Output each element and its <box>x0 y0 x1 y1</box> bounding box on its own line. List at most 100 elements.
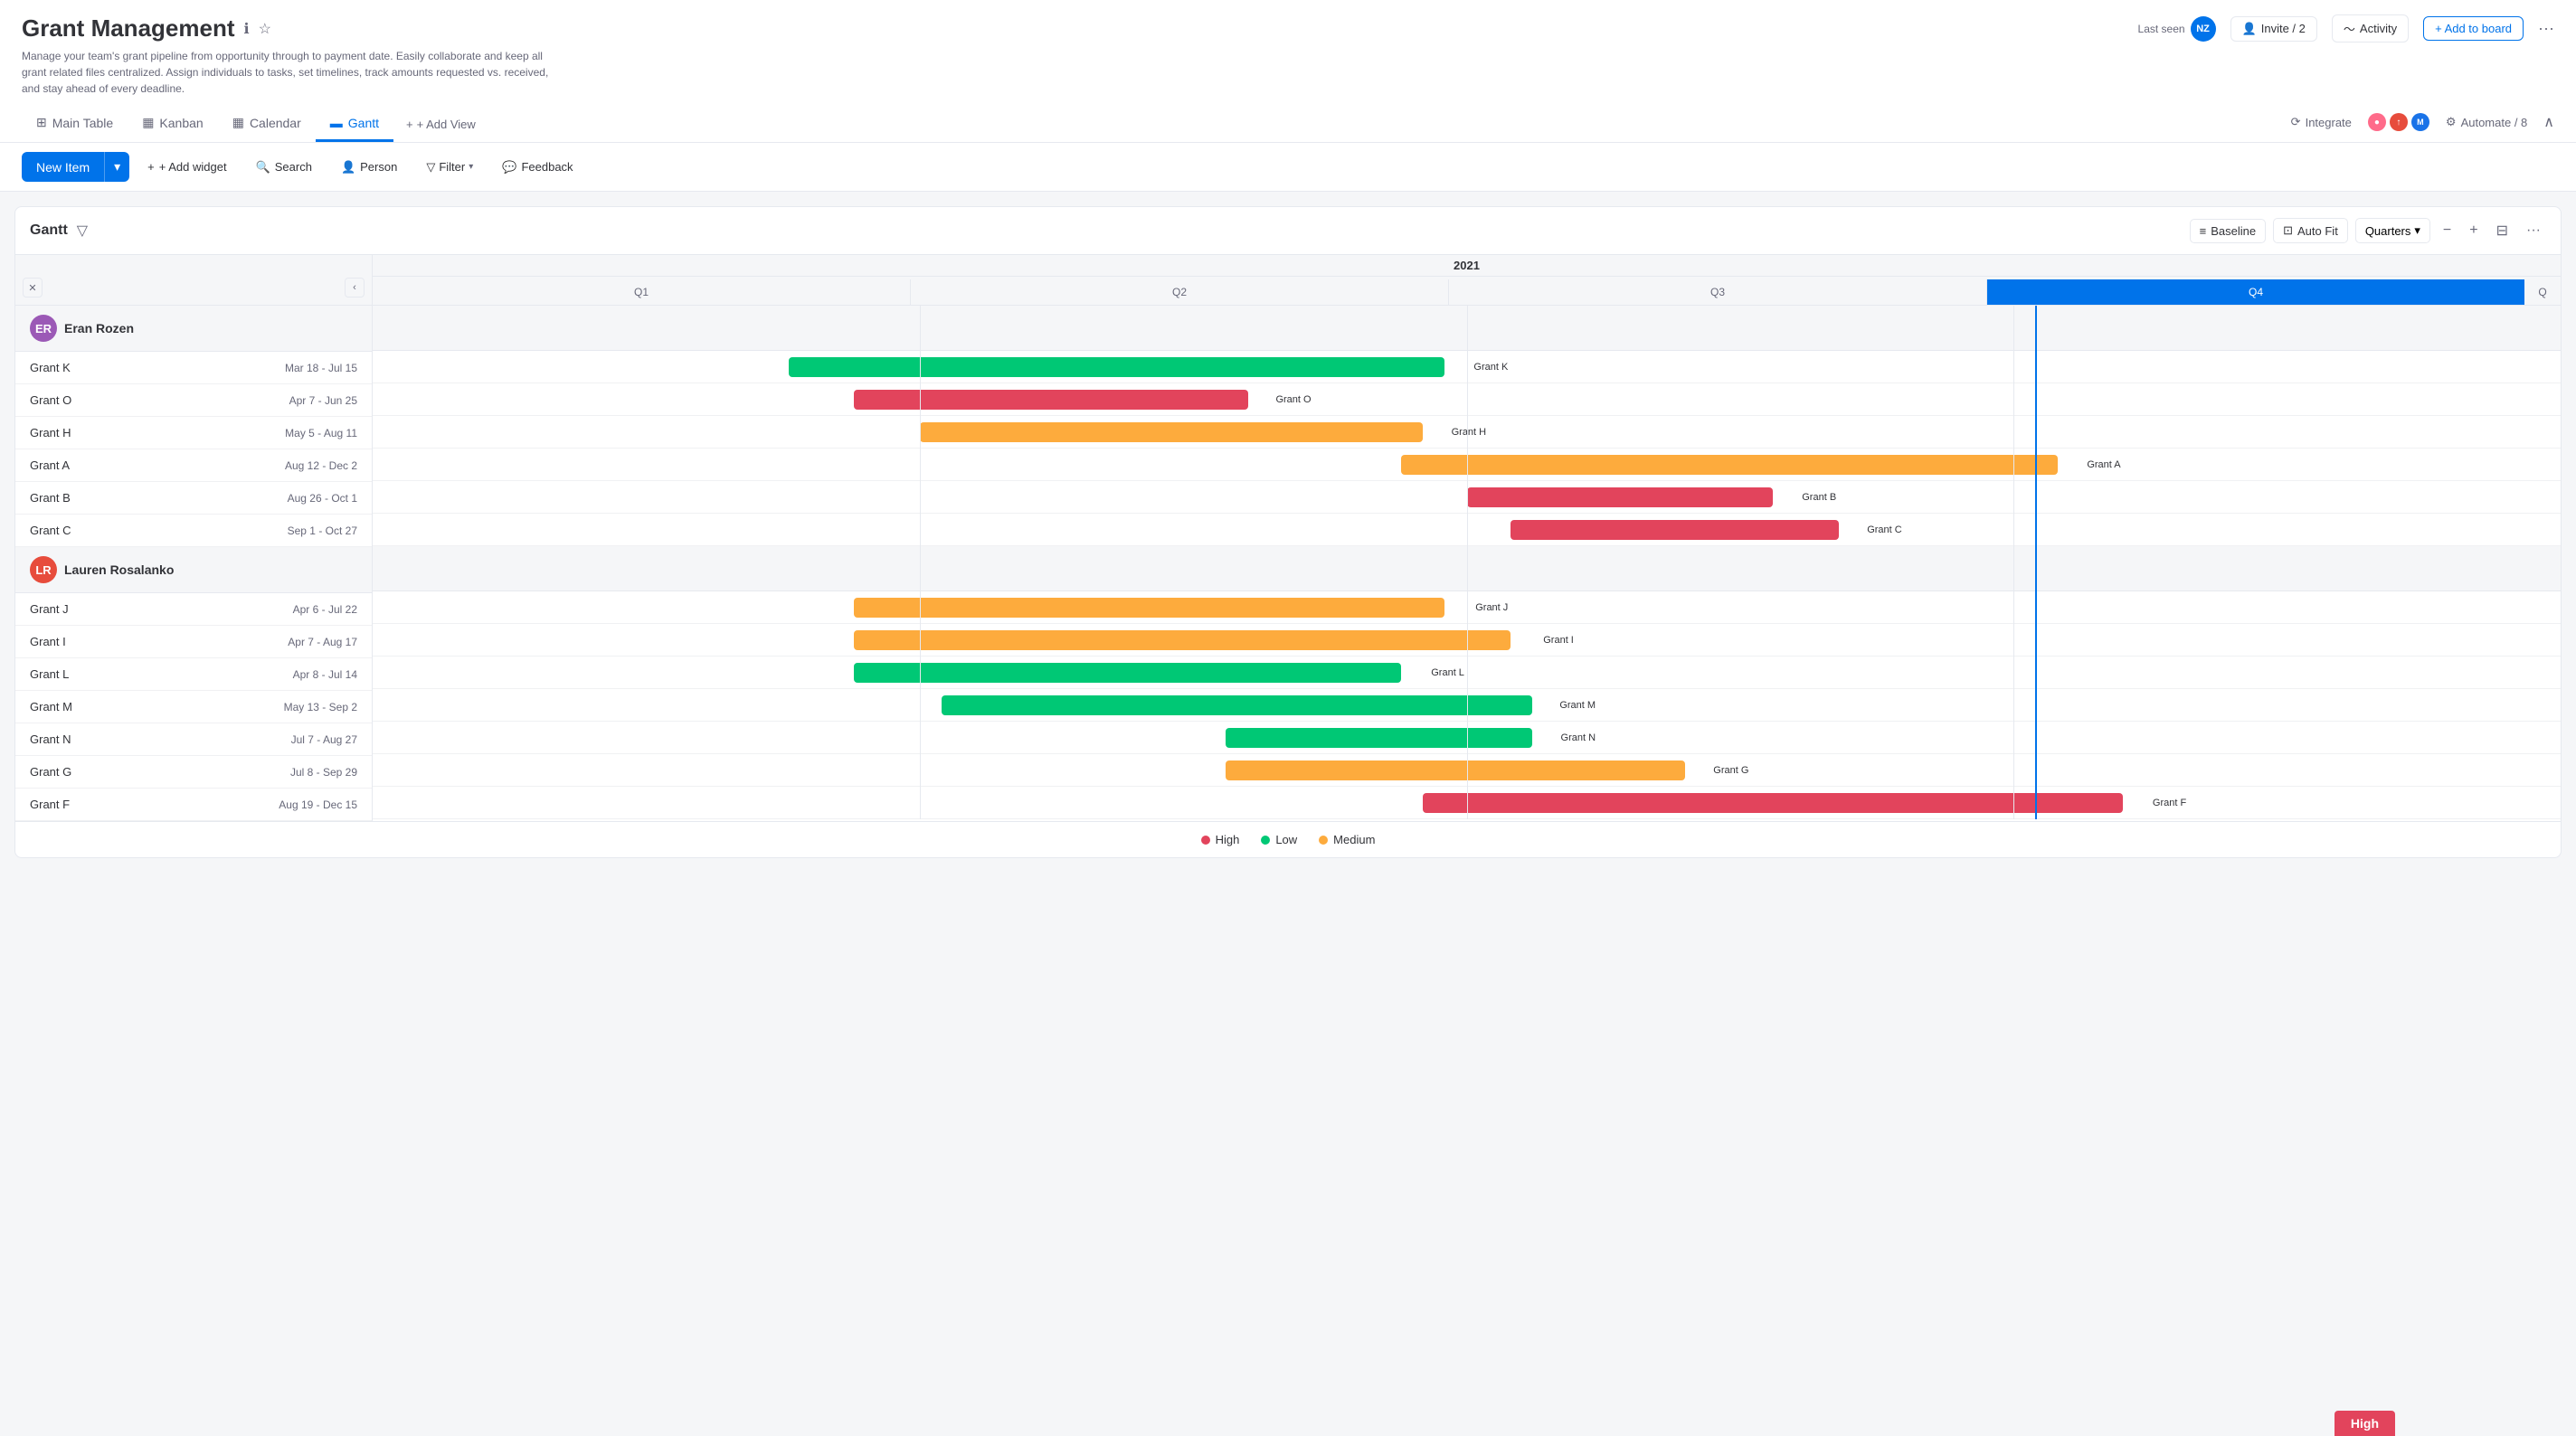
tab-main-table[interactable]: ⊞ Main Table <box>22 106 128 142</box>
kanban-icon: ▦ <box>142 115 154 130</box>
feedback-icon: 💬 <box>502 160 516 175</box>
grant-name: Grant O <box>30 393 111 407</box>
legend-label-low: Low <box>1275 833 1297 846</box>
filter-icon: ▽ <box>426 160 435 175</box>
invite-button[interactable]: 👤 Invite / 2 <box>2230 16 2317 42</box>
grant-dates: Apr 8 - Jul 14 <box>293 668 357 681</box>
zoom-out-button[interactable]: − <box>2438 219 2457 242</box>
activity-button[interactable]: 〜 Activity <box>2332 14 2409 43</box>
gantt-more-button[interactable]: ··· <box>2521 219 2546 242</box>
feedback-button[interactable]: 💬 Feedback <box>491 154 583 181</box>
legend-medium: Medium <box>1319 833 1375 846</box>
collapse-button[interactable]: ∧ <box>2543 113 2554 131</box>
bar-grant-k[interactable]: Grant K <box>789 357 1445 377</box>
app-description: Manage your team's grant pipeline from o… <box>22 48 564 97</box>
tab-main-table-label: Main Table <box>52 116 113 130</box>
gantt-timeline: 2021 Q1 Q2 Q3 Q4 Q <box>373 255 2561 821</box>
filter-button[interactable]: ▽ Filter ▾ <box>415 154 484 181</box>
bar-grant-h[interactable]: Grant H <box>920 422 1423 442</box>
add-widget-button[interactable]: + + Add widget <box>137 154 237 180</box>
bar-grant-l[interactable]: Grant L <box>854 663 1401 683</box>
auto-fit-button[interactable]: ⊡ Auto Fit <box>2273 218 2348 243</box>
gantt-left-header: ✕ ‹ <box>15 255 372 306</box>
gantt-filter-icon[interactable]: ▽ <box>75 220 90 241</box>
grant-row-o: Grant O Apr 7 - Jun 25 <box>15 384 372 417</box>
bar-label-k: Grant K <box>1473 362 1508 373</box>
q1-divider <box>920 306 921 819</box>
zoom-in-button[interactable]: + <box>2464 219 2483 242</box>
new-item-dropdown-icon[interactable]: ▾ <box>104 152 129 182</box>
bar-grant-n[interactable]: Grant N <box>1226 728 1532 748</box>
grant-name: Grant I <box>30 635 111 648</box>
new-item-button[interactable]: New Item ▾ <box>22 152 129 182</box>
integrate-button[interactable]: ⟳ Integrate <box>2284 111 2359 133</box>
tab-kanban[interactable]: ▦ Kanban <box>128 106 218 142</box>
search-button[interactable]: 🔍 Search <box>245 154 323 181</box>
grant-name: Grant H <box>30 426 111 439</box>
bar-grant-a[interactable]: Grant A <box>1401 455 2058 475</box>
grant-dates: Apr 6 - Jul 22 <box>293 603 357 616</box>
integration-icons: ● ↑ M <box>2368 113 2429 131</box>
baseline-button[interactable]: ≡ Baseline <box>2190 219 2266 243</box>
grant-dates: May 13 - Sep 2 <box>284 701 357 713</box>
person-filter-icon: 👤 <box>341 160 355 175</box>
calendar-icon: ▦ <box>232 115 244 130</box>
bar-grant-m[interactable]: Grant M <box>942 695 1532 715</box>
bar-grant-j[interactable]: Grant J <box>854 598 1444 618</box>
bar-label-l: Grant L <box>1431 667 1464 678</box>
group-name-eran: Eran Rozen <box>64 321 134 335</box>
grant-row-j: Grant J Apr 6 - Jul 22 <box>15 593 372 626</box>
legend-low: Low <box>1261 833 1297 846</box>
grant-row-l: Grant L Apr 8 - Jul 14 <box>15 658 372 691</box>
bar-grant-c[interactable]: Grant C <box>1511 520 1839 540</box>
bar-grant-g[interactable]: Grant G <box>1226 761 1685 780</box>
info-icon[interactable]: ℹ <box>242 18 251 40</box>
quarter-q2: Q2 <box>911 279 1449 305</box>
q2-divider <box>1467 306 1468 819</box>
new-item-label[interactable]: New Item <box>22 153 104 182</box>
bar-grant-b[interactable]: Grant B <box>1467 487 1774 507</box>
grant-row-m: Grant M May 13 - Sep 2 <box>15 691 372 723</box>
gantt-title: Gantt <box>30 222 68 239</box>
gantt-controls: ≡ Baseline ⊡ Auto Fit Quarters ▾ − + ⊟ ·… <box>2190 218 2546 243</box>
bar-label-f: Grant F <box>2153 798 2186 808</box>
bar-grant-i[interactable]: Grant I <box>854 630 1511 650</box>
bar-grant-o[interactable]: Grant O <box>854 390 1247 410</box>
star-icon[interactable]: ☆ <box>257 18 273 40</box>
grant-name: Grant J <box>30 602 111 616</box>
today-line <box>2035 306 2037 819</box>
add-to-board-button[interactable]: + Add to board <box>2423 16 2524 41</box>
add-view-tab[interactable]: + + Add View <box>393 109 488 140</box>
toolbar: New Item ▾ + + Add widget 🔍 Search 👤 Per… <box>0 143 2576 192</box>
export-button[interactable]: ⊟ <box>2491 218 2514 243</box>
grant-dates: Aug 19 - Dec 15 <box>279 798 357 811</box>
gantt-body: ✕ ‹ ER Eran Rozen Grant K Mar 18 - Jul 1… <box>15 255 2561 821</box>
gantt-rows-container: Grant K Grant O Grant H <box>373 306 2561 819</box>
bar-label-c: Grant C <box>1867 524 1902 535</box>
avatar-lauren: LR <box>30 556 57 583</box>
tab-calendar[interactable]: ▦ Calendar <box>218 106 316 142</box>
bar-label-m: Grant M <box>1559 700 1596 711</box>
person-button[interactable]: 👤 Person <box>330 154 408 181</box>
gantt-header: Gantt ▽ ≡ Baseline ⊡ Auto Fit Quarters ▾… <box>15 207 2561 255</box>
collapse-columns-button[interactable]: ✕ <box>23 278 43 298</box>
quarters-button[interactable]: Quarters ▾ <box>2355 218 2430 243</box>
bar-label-o: Grant O <box>1275 394 1311 405</box>
tab-gantt-label: Gantt <box>348 116 379 130</box>
bar-grant-f[interactable]: Grant F <box>1423 793 2123 813</box>
search-icon: 🔍 <box>256 160 270 175</box>
grant-name: Grant K <box>30 361 111 374</box>
collapse-left-button[interactable]: ‹ <box>345 278 365 298</box>
grant-dates: Apr 7 - Aug 17 <box>288 636 357 648</box>
automate-button[interactable]: ⚙ Automate / 8 <box>2439 111 2534 133</box>
tab-gantt[interactable]: ▬ Gantt <box>316 107 393 142</box>
grant-name: Grant A <box>30 458 111 472</box>
bar-label-h: Grant H <box>1452 427 1487 438</box>
grant-name: Grant B <box>30 491 111 505</box>
last-seen-label: Last seen NZ <box>2138 16 2216 42</box>
grant-name: Grant L <box>30 667 111 681</box>
year-label: 2021 <box>373 255 2561 277</box>
more-options-button[interactable]: ··· <box>2538 19 2554 38</box>
legend-dot-medium <box>1319 836 1328 845</box>
integration-icon-1: ● <box>2368 113 2386 131</box>
